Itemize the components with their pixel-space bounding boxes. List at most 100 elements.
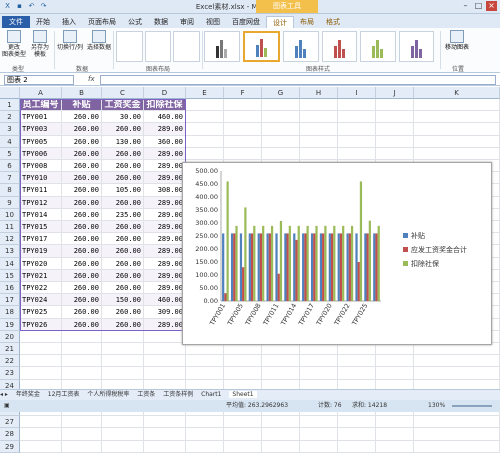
table-cell[interactable]: 260.00 — [62, 135, 102, 148]
table-cell[interactable]: 260.00 — [102, 269, 144, 282]
row-header[interactable]: 29 — [0, 440, 20, 453]
grid-cell[interactable] — [338, 428, 376, 441]
grid-cell[interactable] — [376, 111, 414, 124]
table-cell[interactable]: 150.00 — [102, 294, 144, 307]
table-cell[interactable]: 260.00 — [102, 282, 144, 295]
grid-cell[interactable] — [62, 355, 102, 368]
table-cell[interactable]: 289.00 — [144, 196, 186, 209]
chart-style-option[interactable] — [283, 31, 319, 62]
grid-cell[interactable] — [224, 428, 262, 441]
sheet-tab-active[interactable]: Sheet1 — [229, 391, 257, 398]
table-cell[interactable]: TPY010 — [20, 172, 62, 185]
grid-cell[interactable] — [20, 428, 62, 441]
zoom-slider[interactable] — [452, 405, 492, 407]
table-cell[interactable]: 460.00 — [144, 294, 186, 307]
row-header[interactable]: 22 — [0, 355, 20, 368]
grid-cell[interactable] — [300, 428, 338, 441]
table-cell[interactable]: 260.00 — [102, 160, 144, 173]
sheet-tab[interactable]: 工资条样例 — [163, 391, 193, 398]
table-cell[interactable]: TPY006 — [20, 147, 62, 160]
chart-style-option-selected[interactable] — [242, 31, 280, 62]
grid-cell[interactable] — [300, 123, 338, 136]
grid-cell[interactable] — [414, 355, 500, 368]
grid-cell[interactable] — [262, 440, 300, 453]
grid-cell[interactable] — [186, 367, 224, 380]
grid-cell[interactable] — [224, 147, 262, 160]
column-header[interactable]: C — [102, 87, 144, 99]
table-cell[interactable]: 289.00 — [144, 269, 186, 282]
layout-option[interactable] — [116, 31, 143, 62]
table-cell[interactable]: 260.00 — [102, 245, 144, 258]
grid-cell[interactable] — [376, 147, 414, 160]
grid-cell[interactable] — [20, 416, 62, 429]
table-cell[interactable]: TPY011 — [20, 184, 62, 197]
table-cell[interactable]: 260.00 — [62, 221, 102, 234]
grid-cell[interactable] — [338, 367, 376, 380]
table-cell[interactable]: 260.00 — [62, 147, 102, 160]
grid-cell[interactable] — [262, 416, 300, 429]
table-cell[interactable]: 260.00 — [62, 184, 102, 197]
grid-cell[interactable] — [20, 367, 62, 380]
table-cell[interactable]: 260.00 — [102, 123, 144, 136]
grid-cell[interactable] — [224, 440, 262, 453]
grid-cell[interactable] — [144, 440, 186, 453]
table-header-cell[interactable]: 补贴 — [62, 99, 102, 112]
grid-cell[interactable] — [20, 440, 62, 453]
grid-cell[interactable] — [102, 416, 144, 429]
row-header[interactable]: 4 — [0, 135, 20, 148]
row-header[interactable]: 11 — [0, 221, 20, 234]
grid-cell[interactable] — [338, 355, 376, 368]
table-cell[interactable]: 260.00 — [62, 208, 102, 221]
grid-cell[interactable] — [338, 135, 376, 148]
table-cell[interactable]: 260.00 — [102, 221, 144, 234]
row-header[interactable]: 17 — [0, 294, 20, 307]
table-cell[interactable]: 260.00 — [62, 233, 102, 246]
row-header[interactable]: 23 — [0, 367, 20, 380]
grid-cell[interactable] — [414, 99, 500, 112]
table-cell[interactable]: 289.00 — [144, 282, 186, 295]
column-header[interactable]: F — [224, 87, 262, 99]
grid-cell[interactable] — [186, 355, 224, 368]
grid-cell[interactable] — [414, 123, 500, 136]
grid-cell[interactable] — [62, 416, 102, 429]
table-cell[interactable]: 260.00 — [62, 294, 102, 307]
grid-cell[interactable] — [102, 330, 144, 343]
grid-cell[interactable] — [338, 416, 376, 429]
grid-cell[interactable] — [300, 440, 338, 453]
chart-style-option[interactable] — [398, 31, 434, 62]
grid-cell[interactable] — [20, 355, 62, 368]
table-cell[interactable]: 260.00 — [62, 269, 102, 282]
grid-cell[interactable] — [20, 330, 62, 343]
tab-view[interactable]: 视图 — [200, 16, 226, 28]
tab-page-layout[interactable]: 页面布局 — [82, 16, 122, 28]
grid-cell[interactable] — [338, 440, 376, 453]
row-header[interactable]: 10 — [0, 208, 20, 221]
table-cell[interactable]: TPY021 — [20, 269, 62, 282]
row-header[interactable]: 18 — [0, 306, 20, 319]
grid-cell[interactable] — [262, 428, 300, 441]
grid-cell[interactable] — [338, 123, 376, 136]
table-cell[interactable]: TPY005 — [20, 135, 62, 148]
table-cell[interactable]: 289.00 — [144, 123, 186, 136]
formula-input[interactable] — [100, 75, 496, 85]
grid-cell[interactable] — [414, 111, 500, 124]
table-cell[interactable]: 260.00 — [102, 257, 144, 270]
grid-cell[interactable] — [376, 99, 414, 112]
table-header-cell[interactable]: 扣除社保 — [144, 99, 186, 112]
table-cell[interactable]: 260.00 — [62, 196, 102, 209]
table-cell[interactable]: TPY020 — [20, 257, 62, 270]
table-cell[interactable]: 289.00 — [144, 245, 186, 258]
grid-cell[interactable] — [62, 428, 102, 441]
grid-cell[interactable] — [300, 147, 338, 160]
tab-home[interactable]: 开始 — [30, 16, 56, 28]
table-cell[interactable]: 308.00 — [144, 184, 186, 197]
grid-cell[interactable] — [300, 111, 338, 124]
name-box[interactable]: 图表 2 — [4, 75, 74, 85]
grid-cell[interactable] — [414, 147, 500, 160]
grid-cell[interactable] — [262, 367, 300, 380]
row-header[interactable]: 20 — [0, 330, 20, 343]
layout-option[interactable] — [173, 31, 201, 62]
row-header[interactable]: 28 — [0, 428, 20, 441]
move-chart-button[interactable]: 移动图表 — [444, 30, 470, 51]
grid-cell[interactable] — [102, 343, 144, 356]
